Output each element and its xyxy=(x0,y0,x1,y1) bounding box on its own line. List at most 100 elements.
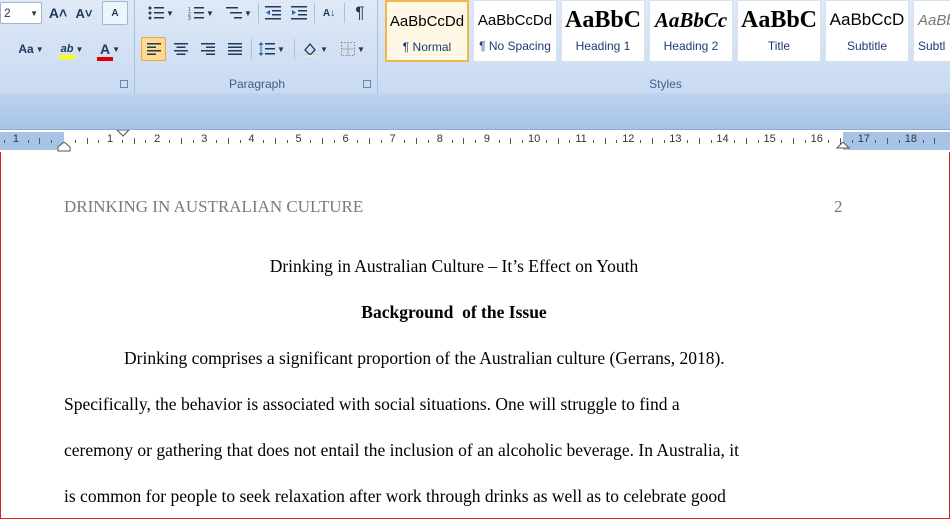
style-normal[interactable]: AaBbCcDd ¶ Normal xyxy=(385,0,469,62)
paragraph-dialog-launcher-icon[interactable] xyxy=(363,80,371,88)
ruler-tick xyxy=(569,140,571,143)
style-name: Title xyxy=(767,39,791,53)
style-subtle-emphasis[interactable]: AaBb Subtl xyxy=(913,0,950,62)
ruler-tick xyxy=(899,140,901,143)
styles-group: AaBbCcDd ¶ Normal AaBbCcDd ¶ No Spacing … xyxy=(381,0,950,93)
ruler-number: 4 xyxy=(248,133,255,145)
sort-button[interactable]: A↓ xyxy=(317,2,341,24)
justify-button[interactable] xyxy=(222,37,247,61)
change-case-icon: Aa xyxy=(18,42,34,56)
document-page[interactable]: DRINKING IN AUSTRALIAN CULTURE 2 Drinkin… xyxy=(0,152,950,519)
font-size-value: 2 xyxy=(4,6,11,20)
grow-font-button[interactable]: A˄ xyxy=(46,2,70,24)
horizontal-ruler[interactable]: 1 1 2 3 4 5 6 7 8 9 10 11 12 13 14 15 16 17 18 xyxy=(0,130,950,153)
grow-font-icon: A˄ xyxy=(48,5,68,21)
pilcrow-icon: ¶ xyxy=(355,3,365,22)
ruler-tick xyxy=(616,140,618,143)
highlight-button[interactable]: ab ▼ xyxy=(54,37,90,61)
show-hide-button[interactable]: ¶ xyxy=(347,2,373,24)
style-no-spacing[interactable]: AaBbCcDd ¶ No Spacing xyxy=(473,0,557,62)
ruler-tick xyxy=(922,140,924,143)
align-right-button[interactable] xyxy=(195,37,220,61)
style-title[interactable]: AaBbC Title xyxy=(737,0,821,62)
ruler-tick xyxy=(475,140,477,143)
bullets-icon xyxy=(148,6,165,20)
ruler-number: 6 xyxy=(342,133,349,145)
ruler-number: 3 xyxy=(201,133,208,145)
font-color-swatch xyxy=(96,57,114,61)
numbering-button[interactable]: 123 ▼ xyxy=(182,2,220,24)
ruler-tick xyxy=(663,140,665,143)
font-dialog-launcher-icon[interactable] xyxy=(120,80,128,88)
ruler-tick xyxy=(145,140,147,143)
clear-formatting-button[interactable]: A xyxy=(102,1,128,25)
ruler-tick xyxy=(510,138,512,144)
align-left-button[interactable] xyxy=(141,37,166,61)
body-line: Specifically, the behavior is associated… xyxy=(64,394,680,414)
align-center-button[interactable] xyxy=(168,37,193,61)
ruler-tick xyxy=(851,140,853,143)
decrease-indent-button[interactable] xyxy=(261,2,285,24)
clear-formatting-icon: A xyxy=(111,7,119,19)
shading-button[interactable]: ▼ xyxy=(297,37,333,61)
style-subtitle[interactable]: AaBbCcD Subtitle xyxy=(825,0,909,62)
shrink-font-button[interactable]: A˅ xyxy=(72,2,96,24)
font-group: 2 ▼ A˄ A˅ A Aa ▼ ab ▼ A ▼ xyxy=(0,0,135,93)
sort-icon: A↓ xyxy=(322,7,336,19)
body-line: is common for people to seek relaxation … xyxy=(64,486,726,506)
style-name: ¶ Normal xyxy=(402,40,452,54)
ruler-tick xyxy=(274,138,276,144)
ruler-number: 14 xyxy=(716,133,729,145)
ruler-number: 16 xyxy=(810,133,823,145)
ruler-tick xyxy=(369,138,371,144)
body-line: ceremony or gathering that does not enta… xyxy=(64,440,739,460)
paint-bucket-icon xyxy=(302,42,319,57)
hanging-indent-marker-icon[interactable] xyxy=(57,142,71,152)
ruler-number: 13 xyxy=(669,133,682,145)
ruler-tick xyxy=(86,138,88,144)
style-name: Subtitle xyxy=(846,39,888,53)
separator xyxy=(294,39,295,59)
multilevel-list-button[interactable]: ▼ xyxy=(222,2,256,24)
ruler-tick xyxy=(522,140,524,143)
multilevel-list-icon xyxy=(226,7,243,19)
align-center-icon xyxy=(173,43,188,55)
ruler-tick xyxy=(216,140,218,143)
ruler-tick xyxy=(875,140,877,143)
style-preview: AaBbC xyxy=(740,6,818,33)
ruler-tick xyxy=(227,138,229,144)
ruler-number: 7 xyxy=(389,133,396,145)
ruler-tick xyxy=(557,138,559,144)
increase-indent-button[interactable] xyxy=(287,2,311,24)
bullets-button[interactable]: ▼ xyxy=(142,2,180,24)
ruler-tick xyxy=(310,140,312,143)
chevron-down-icon: ▼ xyxy=(30,8,38,18)
style-heading-1[interactable]: AaBbC Heading 1 xyxy=(561,0,645,62)
align-right-icon xyxy=(200,43,215,55)
change-case-button[interactable]: Aa ▼ xyxy=(12,38,50,60)
ruler-tick xyxy=(840,138,842,144)
ribbon: 2 ▼ A˄ A˅ A Aa ▼ ab ▼ A ▼ ▼ 1 2 3 ▼ ▼ A↓… xyxy=(0,0,950,94)
separator xyxy=(258,3,259,23)
style-heading-2[interactable]: AaBbCc Heading 2 xyxy=(649,0,733,62)
ruler-tick xyxy=(263,140,265,143)
borders-button[interactable]: ▼ xyxy=(335,37,371,61)
ruler-number: 12 xyxy=(622,133,635,145)
first-line-indent-marker-icon[interactable] xyxy=(116,130,130,138)
style-preview: AaBbCc xyxy=(654,7,728,32)
right-indent-marker-icon[interactable] xyxy=(836,142,850,152)
ruler-tick xyxy=(639,140,641,143)
separator xyxy=(314,3,315,23)
line-spacing-button[interactable]: ▼ xyxy=(254,37,290,61)
font-color-button[interactable]: A ▼ xyxy=(92,37,128,61)
highlight-color-swatch xyxy=(58,55,76,59)
font-size-box[interactable]: 2 ▼ xyxy=(0,2,42,24)
svg-text:3: 3 xyxy=(188,16,191,20)
styles-group-label: Styles xyxy=(649,77,682,91)
numbering-icon: 123 xyxy=(188,7,205,20)
ruler-tick xyxy=(757,140,759,143)
separator xyxy=(251,39,252,59)
ruler-number: 10 xyxy=(528,133,541,145)
style-preview: AaBb xyxy=(918,11,950,29)
align-left-icon xyxy=(146,43,161,55)
